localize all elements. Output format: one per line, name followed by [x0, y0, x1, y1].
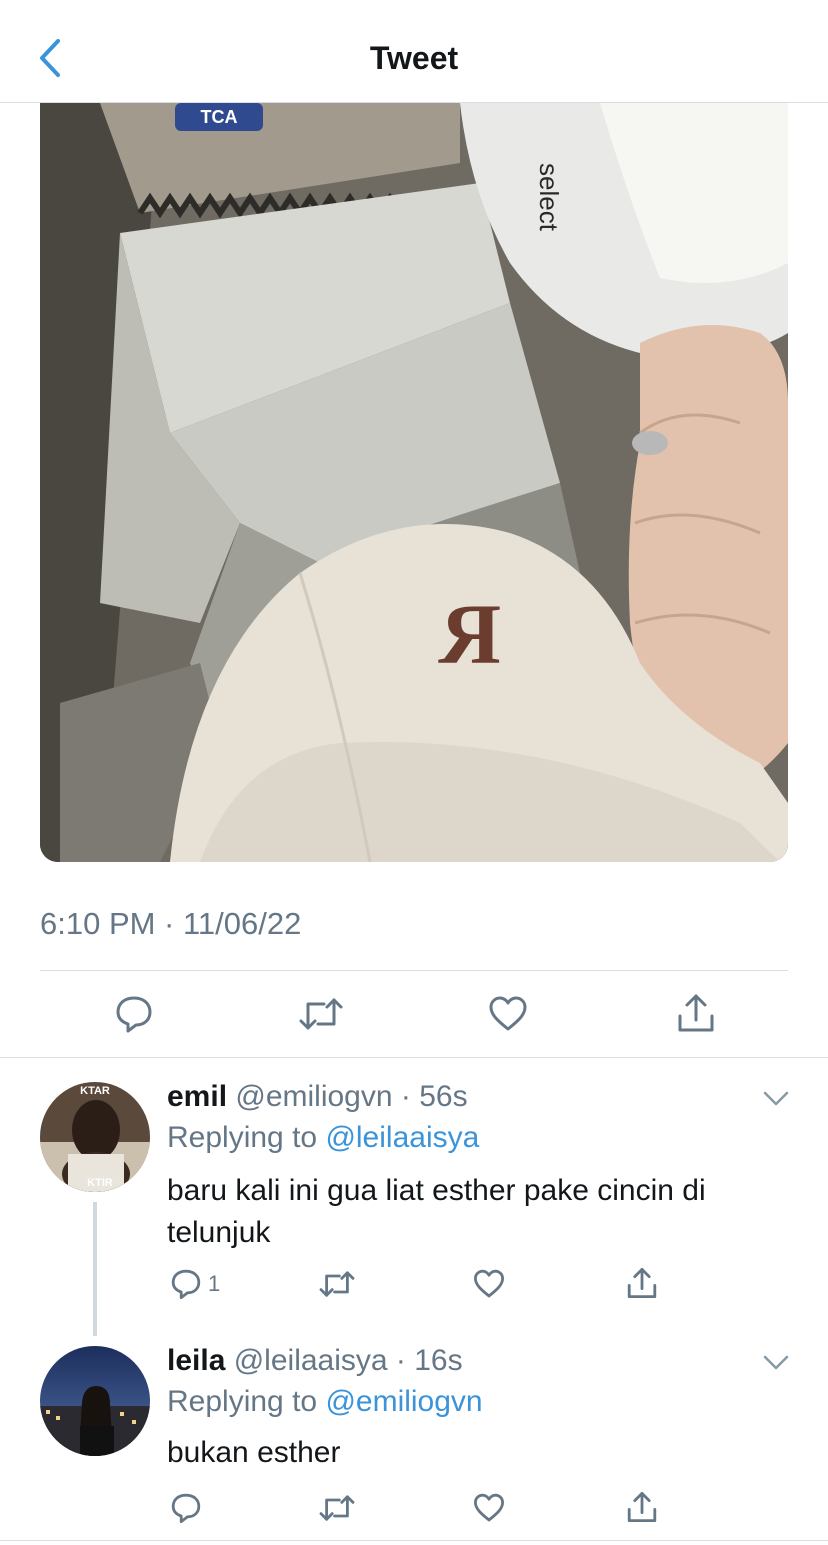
reply-header: leila @leilaaisya · 16s [167, 1344, 463, 1377]
chevron-down-icon [763, 1091, 789, 1106]
share-icon [627, 1492, 657, 1523]
share-button[interactable] [676, 992, 716, 1034]
chevron-down-icon [763, 1355, 789, 1370]
like-icon [489, 996, 527, 1031]
retweet-button[interactable] [298, 994, 344, 1034]
reply-header: emil @emiliogvn · 56s [167, 1080, 468, 1113]
reply-button[interactable] [114, 994, 154, 1034]
reply-icon [171, 1493, 201, 1523]
reply-time: 16s [414, 1344, 463, 1377]
retweet-icon [299, 998, 343, 1030]
reply-time: 56s [419, 1080, 468, 1113]
divider [0, 1057, 828, 1058]
divider [40, 970, 788, 971]
share-button[interactable] [626, 1490, 658, 1524]
tweet-timestamp: 6:10 PM · 11/06/22 [40, 906, 302, 941]
retweet-button[interactable] [318, 1268, 356, 1300]
retweet-icon [319, 1271, 355, 1297]
replying-to-line: Replying to @emiliogvn [167, 1385, 483, 1418]
display-name[interactable]: emil [167, 1080, 227, 1113]
share-icon [627, 1268, 657, 1299]
reply-button[interactable]: 1 [170, 1268, 220, 1300]
more-options-button[interactable] [762, 1354, 790, 1374]
tweet-action-bar [40, 992, 788, 1038]
reply-icon [116, 996, 152, 1033]
sign-text: TCA [201, 107, 238, 127]
avatar[interactable] [40, 1346, 150, 1456]
retweet-button[interactable] [318, 1492, 356, 1524]
reply-button[interactable] [170, 1492, 202, 1524]
display-name[interactable]: leila [167, 1344, 225, 1377]
cap-logo: R [438, 586, 501, 682]
mention-link[interactable]: @leilaaisya [325, 1121, 479, 1154]
share-button[interactable] [626, 1266, 658, 1300]
replying-to-line: Replying to @leilaaisya [167, 1121, 480, 1154]
mention-link[interactable]: @emiliogvn [325, 1385, 482, 1418]
svg-text:KTAR: KTAR [80, 1085, 110, 1097]
reply-count: 1 [208, 1271, 221, 1296]
more-options-button[interactable] [762, 1090, 790, 1110]
share-icon [678, 994, 714, 1032]
like-icon [474, 1269, 504, 1298]
page-title: Tweet [369, 40, 459, 76]
like-button[interactable] [473, 1268, 505, 1300]
user-handle[interactable]: @leilaaisya [234, 1344, 388, 1377]
reply-icon [171, 1269, 201, 1299]
divider [0, 1540, 828, 1541]
nav-header: Tweet [0, 0, 828, 103]
retweet-icon [319, 1495, 355, 1521]
avatar[interactable]: KTAR KTIR [40, 1082, 150, 1192]
reply-text: bukan esther [167, 1436, 341, 1469]
like-button[interactable] [473, 1492, 505, 1524]
like-icon [474, 1493, 504, 1522]
user-handle[interactable]: @emiliogvn [235, 1080, 392, 1113]
svg-text:KTIR: KTIR [87, 1177, 113, 1189]
like-button[interactable] [488, 994, 528, 1034]
reply-text: baru kali ini gua liat esther pake cinci… [167, 1174, 706, 1249]
thread-connector [93, 1202, 97, 1336]
tweet-photo[interactable]: TCA select R [40, 103, 788, 862]
cap-text: select [534, 163, 564, 232]
